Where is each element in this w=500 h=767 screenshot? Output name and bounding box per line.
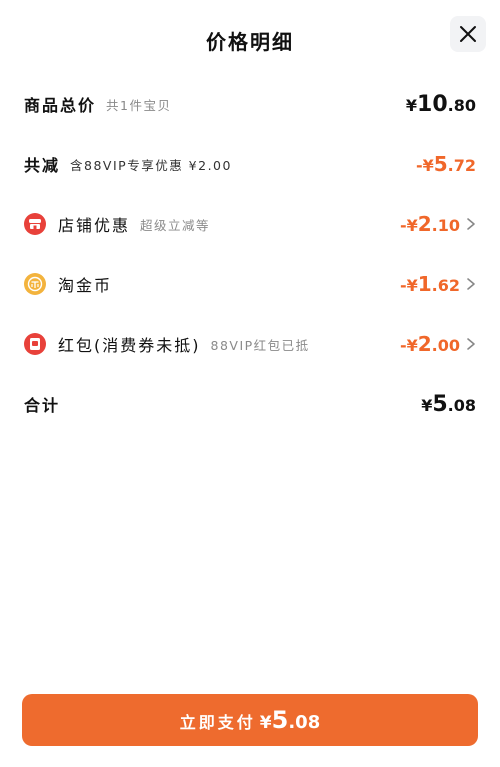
pay-now-button[interactable]: 立即支付 ¥ 5 .08: [22, 694, 478, 746]
currency-symbol: -¥: [399, 276, 418, 295]
amount-decimal: .08: [288, 712, 321, 733]
amount-decimal: .10: [431, 216, 460, 235]
amount-integer: 5: [271, 706, 289, 734]
coin-icon: [24, 273, 46, 295]
amount-integer: 2: [417, 212, 432, 236]
close-icon: [460, 26, 476, 42]
amount-integer: 5: [432, 391, 448, 417]
red-packet-note: 88VIP红包已抵: [210, 337, 310, 353]
red-packet-icon: [24, 333, 46, 355]
currency-symbol: ¥: [259, 713, 272, 733]
shop-icon: [24, 213, 46, 235]
goods-count: 共1件宝贝: [106, 97, 172, 113]
chevron-right-icon: [467, 218, 475, 230]
amount-decimal: .62: [431, 276, 460, 295]
taojinbi-amount: -¥ 1 .62: [400, 272, 460, 296]
red-packet-label: 红包(消费券未抵): [58, 336, 201, 355]
goods-total-amount: ¥ 10 .80: [406, 92, 476, 117]
subtotal-row: 合计 ¥ 5 .08: [0, 384, 500, 424]
chevron-right-icon: [467, 338, 475, 350]
currency-symbol: ¥: [405, 95, 418, 115]
amount-integer: 10: [417, 91, 448, 117]
total-discount-row: 共减 含88VIP专享优惠 ¥2.00 -¥ 5 .72: [0, 144, 500, 184]
amount-decimal: .72: [447, 156, 476, 175]
close-button[interactable]: [450, 16, 486, 52]
currency-symbol: -¥: [415, 156, 434, 175]
amount-integer: 5: [433, 152, 448, 176]
total-discount-amount: -¥ 5 .72: [416, 152, 476, 176]
vip-discount-note: 含88VIP专享优惠 ¥2.00: [70, 157, 232, 173]
shop-discount-row[interactable]: 店铺优惠 超级立减等 -¥ 2 .10: [0, 204, 500, 244]
goods-total-row: 商品总价 共1件宝贝 ¥ 10 .80: [0, 84, 500, 124]
currency-symbol: ¥: [421, 395, 433, 415]
shop-discount-label: 店铺优惠: [58, 216, 131, 235]
amount-integer: 2: [417, 332, 432, 356]
total-discount-label: 共减: [24, 156, 61, 175]
currency-symbol: -¥: [399, 336, 418, 355]
amount-decimal: .00: [431, 336, 460, 355]
pay-now-label: 立即支付: [179, 713, 256, 732]
amount-decimal: .80: [447, 95, 476, 115]
price-detail-sheet: 价格明细 商品总价 共1件宝贝 ¥ 10 .80 共减 含88VIP专享优惠 ¥…: [0, 0, 500, 767]
amount-decimal: .08: [447, 395, 476, 415]
subtotal-amount: ¥ 5 .08: [421, 392, 476, 417]
taojinbi-label: 淘金币: [58, 276, 113, 295]
taojinbi-row[interactable]: 淘金币 -¥ 1 .62: [0, 264, 500, 304]
currency-symbol: -¥: [399, 216, 418, 235]
amount-integer: 1: [417, 272, 432, 296]
red-packet-row[interactable]: 红包(消费券未抵) 88VIP红包已抵 -¥ 2 .00: [0, 324, 500, 364]
goods-total-label: 商品总价: [24, 96, 97, 115]
sheet-header: 价格明细: [0, 0, 500, 78]
page-title: 价格明细: [206, 30, 294, 54]
shop-discount-amount: -¥ 2 .10: [400, 212, 460, 236]
red-packet-amount: -¥ 2 .00: [400, 332, 460, 356]
shop-discount-note: 超级立减等: [140, 217, 211, 233]
chevron-right-icon: [467, 278, 475, 290]
subtotal-label: 合计: [24, 396, 61, 415]
